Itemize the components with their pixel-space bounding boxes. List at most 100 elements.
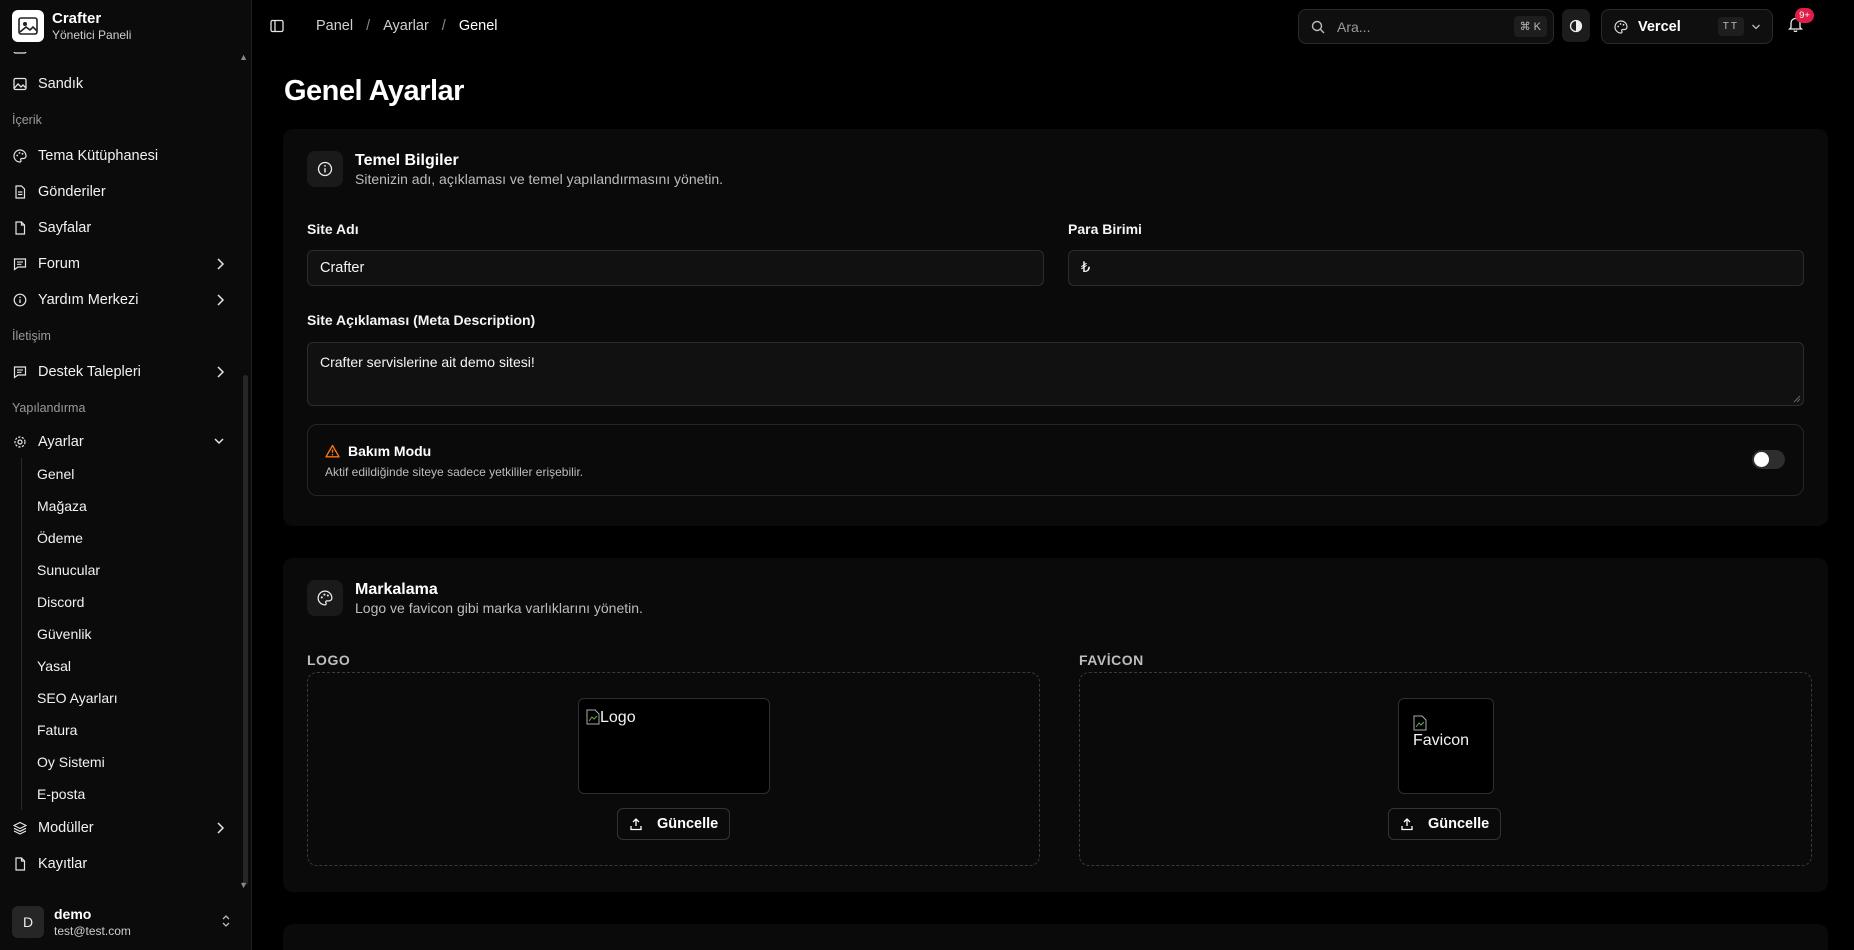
currency-input[interactable]: ₺ xyxy=(1068,250,1804,286)
search-placeholder: Ara... xyxy=(1337,18,1371,35)
search-input[interactable]: Ara... ⌘ K xyxy=(1298,9,1554,44)
brand-title: Crafter xyxy=(52,9,102,27)
card-title: Temel Bilgiler xyxy=(355,152,459,169)
card-description: Logo ve favicon gibi marka varlıklarını … xyxy=(355,600,643,616)
submenu-item-security[interactable]: Güvenlik xyxy=(22,618,251,650)
resize-handle-icon[interactable] xyxy=(1793,395,1801,403)
palette-icon xyxy=(307,580,343,616)
maintenance-description: Aktif edildiğinde siteye sadece yetkilil… xyxy=(325,465,584,479)
sidebar-item-label: Tema Kütüphanesi xyxy=(38,148,159,164)
sidebar-item-chest[interactable]: Sandık xyxy=(0,66,251,102)
alert-triangle-icon xyxy=(325,444,340,458)
breadcrumb-item-settings[interactable]: Ayarlar xyxy=(383,18,429,34)
currency-label: Para Birimi xyxy=(1068,221,1142,237)
sidebar-scrollbar[interactable] xyxy=(243,375,248,885)
submenu-item-servers[interactable]: Sunucular xyxy=(22,554,251,586)
toggle-knob xyxy=(1754,452,1769,467)
card-description: Sitenizin adı, açıklaması ve temel yapıl… xyxy=(355,171,724,187)
section-content-label: İçerik xyxy=(12,113,42,127)
branding-card: Markalama Logo ve favicon gibi marka var… xyxy=(283,558,1828,892)
gear-icon xyxy=(12,434,28,450)
search-shortcut: ⌘ K xyxy=(1513,16,1547,37)
favicon-alt-text: Favicon xyxy=(1413,732,1470,749)
section-configuration-label: Yapılandırma xyxy=(12,401,86,415)
sidebar-item-label: Sayfalar xyxy=(38,220,92,236)
sidebar-toggle-icon[interactable] xyxy=(270,19,284,33)
brand-subtitle: Yönetici Paneli xyxy=(52,27,132,42)
broken-image-icon: Logo xyxy=(586,708,636,727)
page-title: Genel Ayarlar xyxy=(284,75,464,107)
workspace-shortcut: TT xyxy=(1717,17,1744,36)
sidebar-item-pages[interactable]: Sayfalar xyxy=(0,210,251,246)
sidebar-item-posts[interactable]: Gönderiler xyxy=(0,174,251,210)
site-description-textarea[interactable]: Crafter servislerine ait demo sitesi! xyxy=(307,342,1804,406)
avatar: D xyxy=(12,906,44,938)
workspace-label: Vercel xyxy=(1638,18,1681,35)
submenu-item-payment[interactable]: Ödeme xyxy=(22,522,251,554)
user-menu[interactable]: D demo test@test.com xyxy=(0,894,251,950)
chevron-right-icon xyxy=(217,258,225,270)
sidebar-item-support-tickets[interactable]: Destek Talepleri xyxy=(0,354,251,390)
submenu-item-vote-system[interactable]: Oy Sistemi xyxy=(22,746,251,778)
sidebar-item-label: Ayarlar xyxy=(38,434,84,450)
scroll-down-arrow[interactable]: ▼ xyxy=(239,880,248,890)
card-header: Temel Bilgiler Sitenizin adı, açıklaması… xyxy=(307,151,723,189)
file-text-icon xyxy=(12,184,28,200)
site-name-input[interactable]: Crafter xyxy=(307,250,1044,286)
notification-badge: 9+ xyxy=(1795,8,1814,23)
chevron-down-icon xyxy=(1752,24,1760,30)
submenu-item-general[interactable]: Genel xyxy=(22,458,251,490)
favicon-update-button[interactable]: Güncelle xyxy=(1388,808,1502,840)
card-title: Markalama xyxy=(355,581,438,598)
message-square-icon xyxy=(12,256,28,272)
sidebar-item-label: Yardım Merkezi xyxy=(38,292,139,308)
logo-alt-text: Logo xyxy=(600,709,636,726)
workspace-select[interactable]: Vercel TT xyxy=(1601,9,1773,44)
sidebar-item-label: Gönderiler xyxy=(38,184,106,200)
broken-image-icon: Favicon xyxy=(1413,715,1469,750)
sidebar-item-help-center[interactable]: Yardım Merkezi xyxy=(0,282,251,318)
submenu-item-legal[interactable]: Yasal xyxy=(22,650,251,682)
breadcrumb-separator: / xyxy=(441,18,446,34)
file-icon xyxy=(12,856,28,872)
logo-update-button[interactable]: Güncelle xyxy=(617,808,731,840)
section-communication-label: İletişim xyxy=(12,329,51,343)
sidebar-item-logs[interactable]: Kayıtlar xyxy=(0,846,251,882)
submenu-item-email[interactable]: E-posta xyxy=(22,778,251,810)
user-email: test@test.com xyxy=(54,923,131,938)
message-square-icon xyxy=(12,364,28,380)
chevron-down-icon xyxy=(214,438,224,445)
favicon-preview: Favicon xyxy=(1398,698,1494,794)
user-name: demo xyxy=(54,905,92,922)
image-icon xyxy=(12,76,28,92)
submenu-item-invoice[interactable]: Fatura xyxy=(22,714,251,746)
update-label: Güncelle xyxy=(1428,816,1490,832)
upload-icon xyxy=(1400,817,1414,831)
favicon-dropzone[interactable]: Favicon Güncelle xyxy=(1079,672,1812,866)
card-header: Markalama Logo ve favicon gibi marka var… xyxy=(307,580,643,618)
contrast-icon xyxy=(1569,19,1583,32)
site-description-value: Crafter servislerine ait demo sitesi! xyxy=(320,354,535,370)
info-icon xyxy=(307,151,343,187)
topbar: Panel / Ayarlar / Genel Ara... ⌘ K Verce… xyxy=(252,0,1854,52)
submenu-item-discord[interactable]: Discord xyxy=(22,586,251,618)
logo-dropzone[interactable]: Logo Güncelle xyxy=(307,672,1040,866)
theme-toggle-button[interactable] xyxy=(1562,9,1590,42)
sidebar-item-forum[interactable]: Forum xyxy=(0,246,251,282)
breadcrumb-item-panel[interactable]: Panel xyxy=(316,18,353,34)
sidebar-item-label: Sandık xyxy=(38,76,84,92)
scroll-up-arrow[interactable]: ▲ xyxy=(239,52,248,62)
sidebar-item-theme-library[interactable]: Tema Kütüphanesi xyxy=(0,138,251,174)
sidebar-item-settings[interactable]: Ayarlar xyxy=(0,426,251,458)
sidebar-header[interactable]: Crafter Yönetici Paneli xyxy=(0,0,251,52)
settings-submenu: Genel Mağaza Ödeme Sunucular Discord Güv… xyxy=(21,458,251,810)
brand-logo xyxy=(12,10,44,42)
sidebar-item-modules[interactable]: Modüller xyxy=(0,810,251,846)
breadcrumb-item-current: Genel xyxy=(458,18,498,34)
submenu-item-seo[interactable]: SEO Ayarları xyxy=(22,682,251,714)
submenu-item-store[interactable]: Mağaza xyxy=(22,490,251,522)
chevron-right-icon xyxy=(217,822,225,834)
chevrons-up-down-icon xyxy=(222,915,230,927)
maintenance-toggle[interactable] xyxy=(1752,450,1785,469)
layers-icon xyxy=(12,820,28,836)
